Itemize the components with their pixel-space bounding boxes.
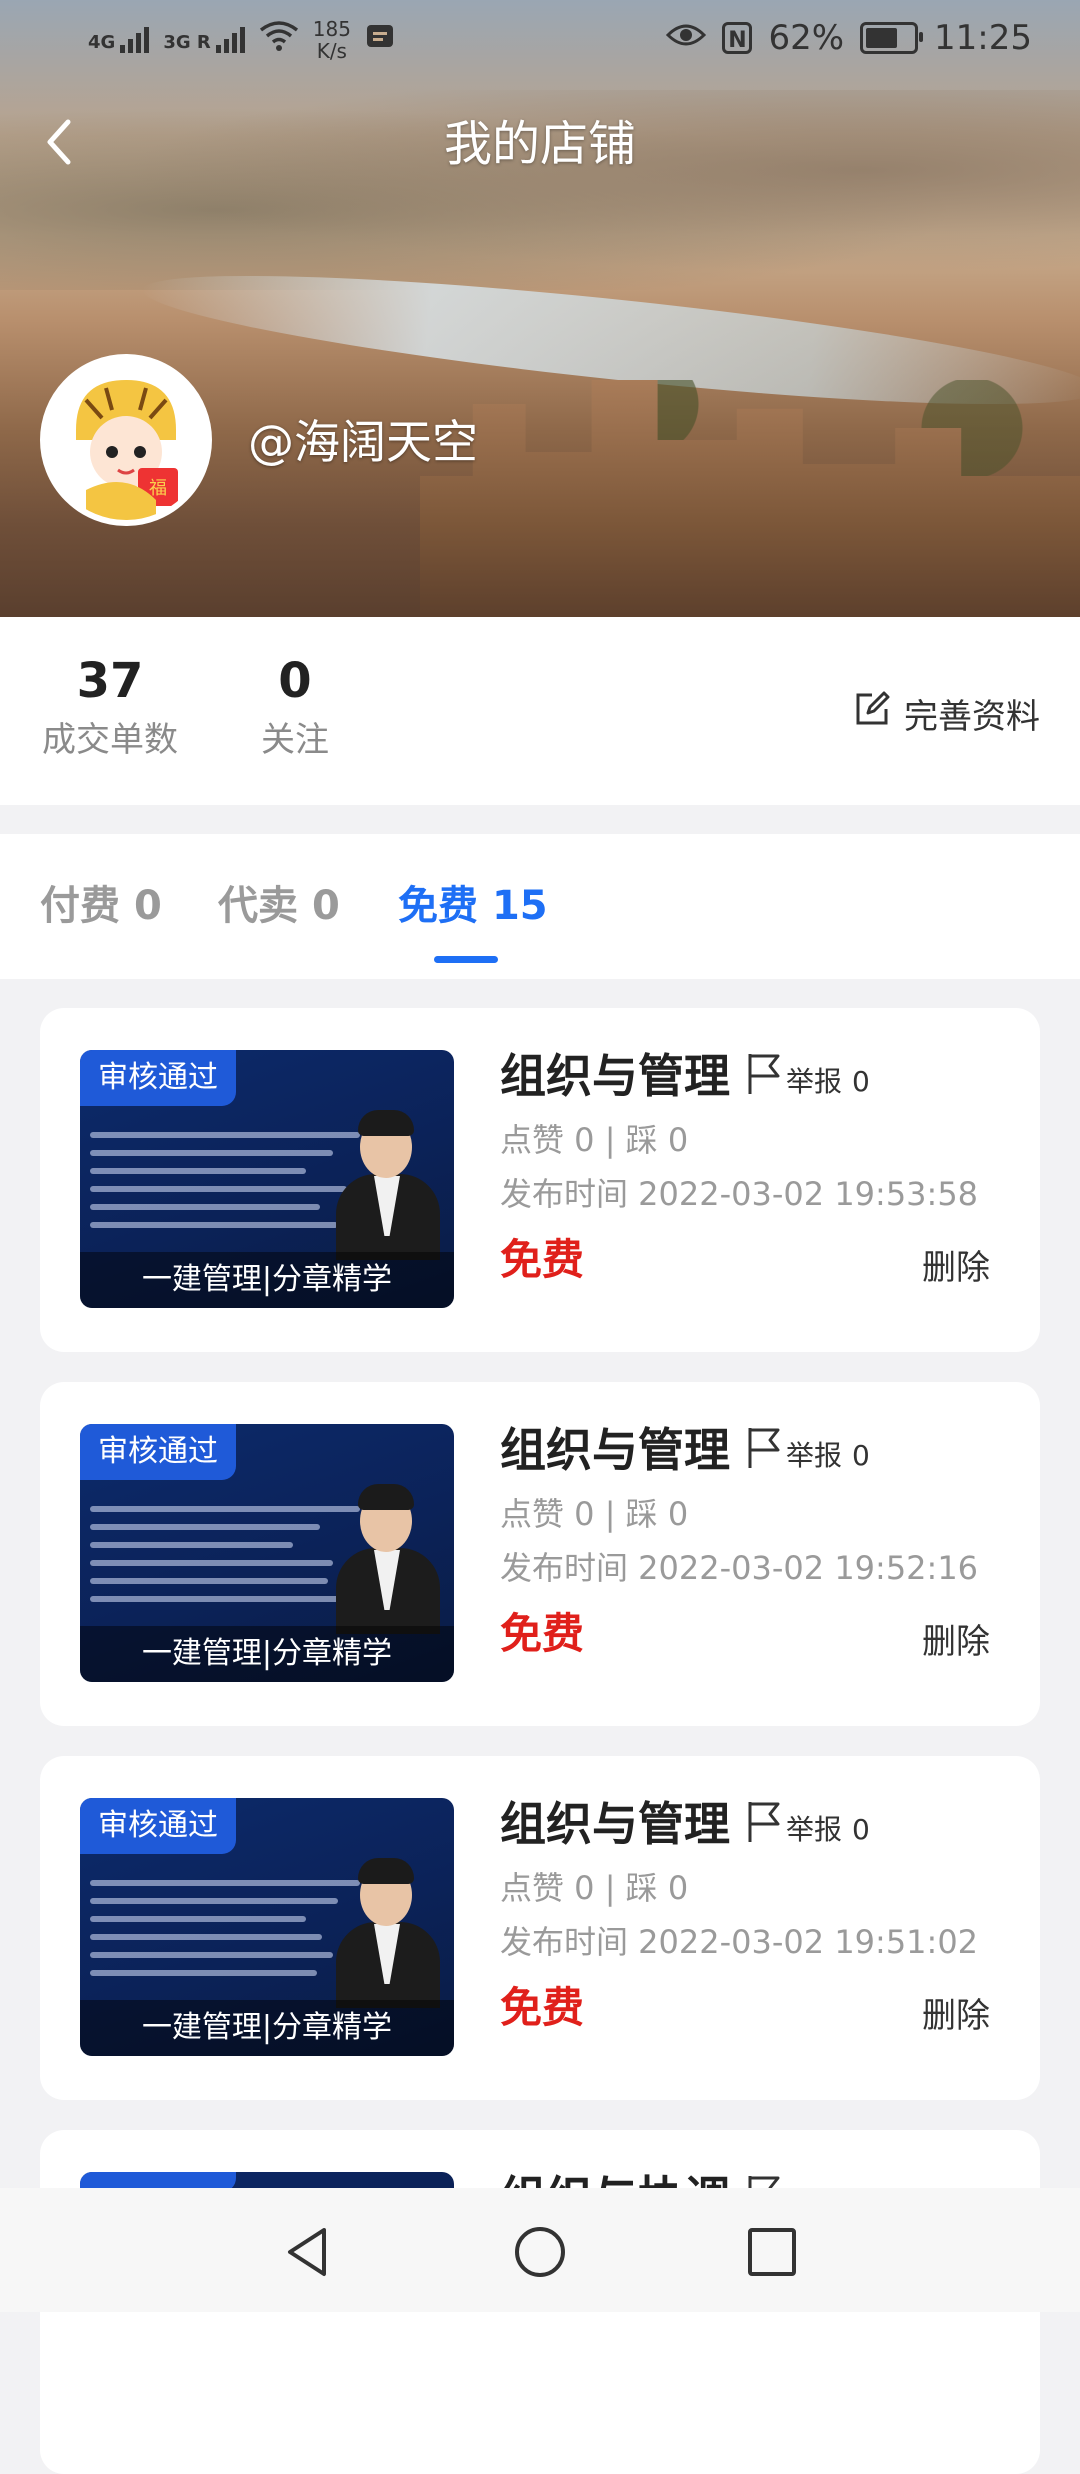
report-label: 举报 (786, 1438, 843, 1472)
report-count: 0 (852, 1438, 870, 1472)
publish-time: 发布时间 2022-03-02 19:52:16 (500, 1549, 979, 1587)
report-label: 举报 (786, 1064, 843, 1098)
tab-consignment[interactable]: 代卖 0 (218, 878, 340, 934)
slide-text-lines (90, 1120, 360, 1240)
audit-badge: 审核通过 (80, 1050, 236, 1106)
follow-count: 0 (278, 653, 312, 709)
stat-deals: 37 成交单数 (40, 651, 180, 765)
stats-panel: 37 成交单数 0 关注 完善资料 (0, 617, 1080, 805)
battery-icon (860, 22, 924, 54)
report-button[interactable]: 举报 0 (746, 1426, 870, 1485)
likes-text: 点赞 0 | 踩 0 (500, 1121, 689, 1159)
price-label: 免费 (500, 1983, 585, 2032)
nav-home-icon[interactable] (512, 2224, 568, 2280)
deals-count: 37 (76, 653, 144, 709)
wifi-icon (259, 20, 299, 61)
lecturer-figure (326, 1104, 446, 1260)
svg-text:福: 福 (149, 478, 167, 499)
item-title: 组织与管理 (500, 1049, 730, 1103)
audit-badge: 审核通过 (80, 1424, 236, 1480)
thumbnail-caption: 一建管理|分章精学 (80, 2000, 454, 2056)
nav-recent-icon[interactable] (744, 2224, 800, 2280)
battery-percent: 62% (768, 18, 845, 58)
list-item[interactable]: 审核通过 一建管理|分章精学 组织与管理 举报 0 点赞 0 | 踩 0 发布时… (40, 1756, 1040, 2100)
tab-indicator (434, 956, 498, 963)
net-speed: 185 K/s (312, 17, 351, 63)
list-item[interactable]: 审核通过 一建管理|分章精学 组织与管理 举报 0 点赞 0 | 踩 0 发布时… (40, 1382, 1040, 1726)
lecturer-figure (326, 1478, 446, 1634)
page-title: 我的店铺 (443, 116, 636, 172)
flag-icon (746, 1052, 782, 1111)
stat-follow[interactable]: 0 关注 (240, 651, 350, 765)
lecturer-figure (326, 1852, 446, 2008)
store-header: 4G 3G R 185 K/s N 62% 11:25 我的店铺 福 @海阔天空 (0, 0, 1080, 617)
report-count: 0 (852, 1064, 870, 1098)
delete-button[interactable]: 删除 (922, 1244, 990, 1292)
thumbnail-caption: 一建管理|分章精学 (80, 1626, 454, 1682)
eye-icon (666, 18, 707, 58)
deals-label: 成交单数 (42, 720, 178, 760)
follow-label: 关注 (261, 720, 329, 760)
list-item[interactable]: 审核通过 一建管理|分章精学 组织与管理 举报 0 点赞 0 | 踩 0 发布时… (40, 1008, 1040, 1352)
price-label: 免费 (500, 1235, 585, 1284)
slide-text-lines (90, 1868, 360, 1988)
slide-text-lines (90, 1494, 360, 1614)
report-button[interactable]: 举报 0 (746, 1052, 870, 1111)
video-thumbnail[interactable]: 审核通过 一建管理|分章精学 (80, 1050, 454, 1308)
video-thumbnail[interactable]: 审核通过 一建管理|分章精学 (80, 1798, 454, 2056)
status-bar: 4G 3G R 185 K/s N 62% 11:25 (0, 0, 1080, 80)
avatar[interactable]: 福 (40, 354, 212, 526)
report-button[interactable]: 举报 0 (746, 1800, 870, 1859)
item-title: 组织与管理 (500, 1797, 730, 1851)
report-count: 0 (852, 1812, 870, 1846)
report-label: 举报 (786, 1812, 843, 1846)
likes-text: 点赞 0 | 踩 0 (500, 1869, 689, 1907)
flag-icon (746, 1800, 782, 1859)
system-nav-bar (0, 2188, 1080, 2312)
edit-profile-button[interactable]: 完善资料 (854, 689, 1040, 738)
signal-icon-1: 4G (88, 27, 150, 53)
price-label: 免费 (500, 1609, 585, 1658)
message-icon (365, 20, 395, 60)
nfc-icon: N (722, 22, 753, 54)
thumbnail-caption: 一建管理|分章精学 (80, 1252, 454, 1308)
clock: 11:25 (934, 18, 1032, 58)
signal-icon-2: 3G R (163, 27, 245, 53)
delete-button[interactable]: 删除 (922, 1618, 990, 1666)
publish-time: 发布时间 2022-03-02 19:53:58 (500, 1175, 979, 1213)
edit-profile-label: 完善资料 (904, 697, 1040, 737)
video-thumbnail[interactable]: 审核通过 一建管理|分章精学 (80, 1424, 454, 1682)
username: @海阔天空 (248, 415, 478, 469)
publish-time: 发布时间 2022-03-02 19:51:02 (500, 1923, 979, 1961)
item-title: 组织与管理 (500, 1423, 730, 1477)
delete-button[interactable]: 删除 (922, 1992, 990, 2040)
audit-badge: 审核通过 (80, 1798, 236, 1854)
nav-back-icon[interactable] (280, 2224, 336, 2280)
tab-bar: 付费 0 代卖 0 免费 15 (0, 834, 1080, 979)
likes-text: 点赞 0 | 踩 0 (500, 1495, 689, 1533)
flag-icon (746, 1426, 782, 1485)
tab-free[interactable]: 免费 15 (398, 878, 548, 934)
edit-icon (854, 691, 890, 736)
tab-paid[interactable]: 付费 0 (40, 878, 162, 934)
